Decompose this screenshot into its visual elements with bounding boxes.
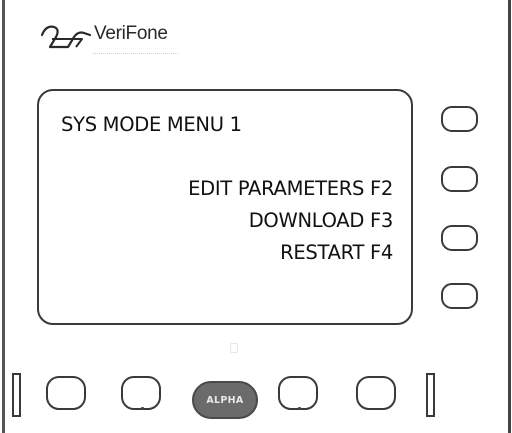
brand-name: VeriFone: [94, 23, 168, 44]
function-key-f3[interactable]: [441, 225, 478, 251]
bottom-key-2[interactable]: [121, 376, 161, 410]
menu-item-download: DOWNLOAD F3: [248, 209, 394, 232]
function-key-f1[interactable]: [441, 106, 478, 132]
side-slot-left: [12, 373, 21, 417]
bottom-key-1[interactable]: [46, 376, 86, 410]
key-dot: [298, 407, 301, 410]
bottom-key-5[interactable]: [356, 376, 396, 410]
device-edge-left: [2, 0, 5, 433]
screen-title: SYS MODE MENU 1: [61, 113, 242, 136]
function-key-f2[interactable]: [441, 166, 478, 192]
device-edge-right: [508, 0, 511, 433]
verifone-logo: VeriFone: [38, 14, 168, 54]
terminal-display: SYS MODE MENU 1 EDIT PARAMETERS F2 DOWNL…: [37, 89, 413, 325]
logo-underline: [93, 53, 178, 56]
key-dot: [141, 407, 144, 410]
faint-mark: [230, 343, 238, 353]
alpha-key-label: ALPHA: [206, 394, 244, 406]
side-slot-right: [426, 373, 435, 417]
menu-item-restart: RESTART F4: [280, 241, 393, 264]
bottom-key-4[interactable]: [278, 376, 318, 410]
alpha-key[interactable]: ALPHA: [192, 381, 258, 419]
payment-terminal: VeriFone SYS MODE MENU 1 EDIT PARAMETERS…: [0, 0, 512, 433]
verifone-logo-icon: [40, 25, 92, 49]
function-key-f4[interactable]: [441, 283, 478, 309]
menu-item-edit-parameters: EDIT PARAMETERS F2: [188, 177, 393, 200]
